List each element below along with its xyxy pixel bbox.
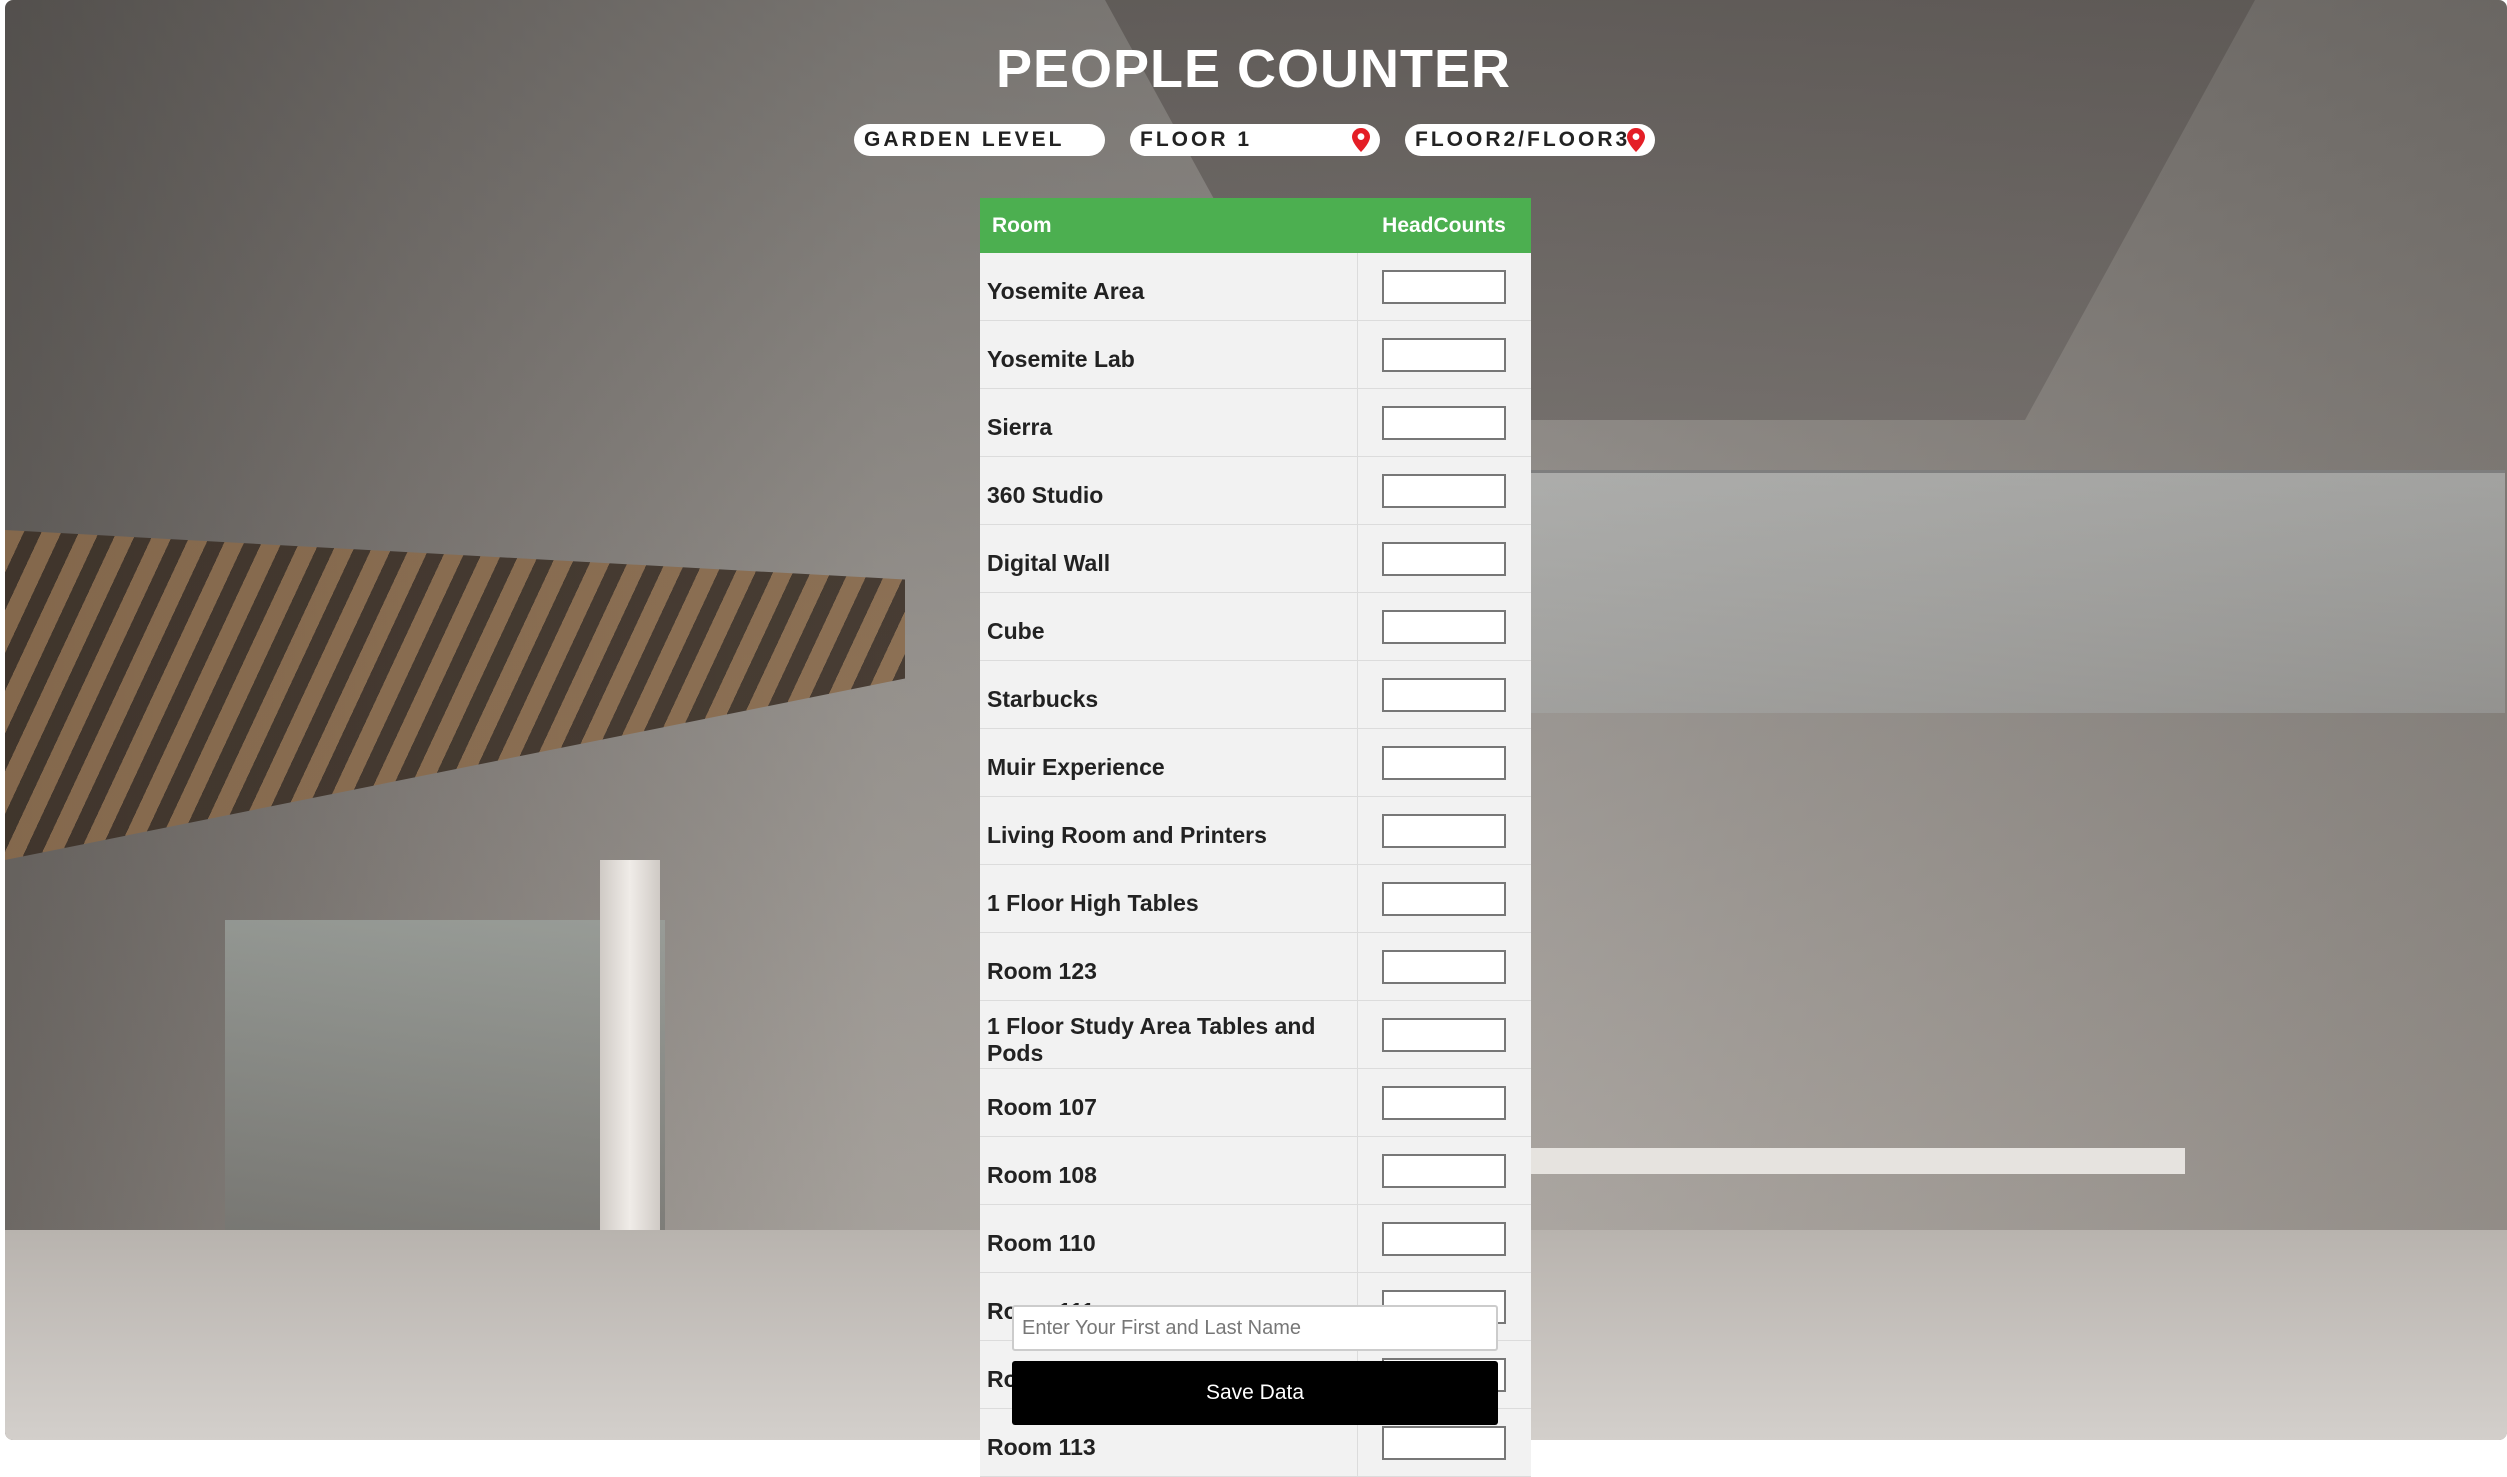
headcount-cell [1357, 524, 1531, 593]
headcount-cell [1357, 864, 1531, 933]
table-row: Living Room and Printers [980, 796, 1531, 865]
headcount-input[interactable] [1382, 1221, 1507, 1256]
table-row: 1 Floor High Tables [980, 864, 1531, 933]
headcount-cell [1357, 320, 1531, 389]
headcount-input[interactable] [1382, 337, 1507, 372]
headcount-input[interactable] [1382, 949, 1507, 984]
background-railing [1525, 470, 2505, 713]
headcount-input[interactable] [1382, 813, 1507, 848]
room-name: Room 107 [980, 1068, 1358, 1137]
headcount-input[interactable] [1382, 1017, 1507, 1052]
column-header-room: Room [980, 198, 1357, 253]
table-row: Yosemite Lab [980, 320, 1531, 389]
table-row: Room 108 [980, 1136, 1531, 1205]
headcount-input[interactable] [1382, 609, 1507, 644]
table-row: 360 Studio [980, 456, 1531, 525]
headcount-input[interactable] [1382, 473, 1507, 508]
headcount-table: Room HeadCounts Yosemite Area Yosemite La… [980, 198, 1531, 1477]
floor-button-label: GARDEN LEVEL [864, 128, 1065, 151]
floor-button-label: FLOOR 1 [1140, 128, 1253, 151]
headcount-input[interactable] [1382, 405, 1507, 440]
headcount-cell [1357, 728, 1531, 797]
headcount-cell [1357, 796, 1531, 865]
room-name: 360 Studio [980, 456, 1358, 525]
name-input[interactable] [1012, 1305, 1498, 1351]
table-row: Starbucks [980, 660, 1531, 729]
room-name: 1 Floor Study Area Tables and Pods [980, 1000, 1358, 1069]
table-row: Room 123 [980, 932, 1531, 1001]
headcount-cell [1357, 932, 1531, 1001]
headcount-cell [1357, 1204, 1531, 1273]
headcount-cell [1357, 388, 1531, 457]
headcount-input[interactable] [1382, 881, 1507, 916]
floor-button-floor-1[interactable]: FLOOR 1 [1130, 124, 1380, 156]
room-name: Yosemite Lab [980, 320, 1358, 389]
room-name: Starbucks [980, 660, 1358, 729]
headcount-cell [1357, 660, 1531, 729]
headcount-input[interactable] [1382, 745, 1507, 780]
headcount-cell [1357, 1000, 1531, 1069]
floor-button-garden-level[interactable]: GARDEN LEVEL [854, 124, 1105, 156]
room-name: Room 123 [980, 932, 1358, 1001]
page-title: PEOPLE COUNTER [995, 39, 1512, 99]
room-name: Living Room and Printers [980, 796, 1358, 865]
room-name: Yosemite Area [980, 253, 1358, 321]
table-row: Yosemite Area [980, 253, 1531, 321]
table-body: Yosemite Area Yosemite Lab Sierra 360 Studi… [980, 253, 1531, 1477]
headcount-input[interactable] [1382, 1425, 1507, 1460]
map-pin-icon [1352, 128, 1370, 152]
column-header-headcounts: HeadCounts [1357, 198, 1531, 253]
room-name: Cube [980, 592, 1358, 661]
room-name: Muir Experience [980, 728, 1358, 797]
room-name: Sierra [980, 388, 1358, 457]
headcount-cell [1357, 253, 1531, 321]
headcount-input[interactable] [1382, 269, 1507, 304]
table-row: Muir Experience [980, 728, 1531, 797]
table-row: 1 Floor Study Area Tables and Pods [980, 1000, 1531, 1069]
map-pin-icon [1627, 128, 1645, 152]
table-row: Sierra [980, 388, 1531, 457]
background-counter [1525, 1148, 2185, 1174]
headcount-input[interactable] [1382, 1085, 1507, 1120]
save-data-button[interactable]: Save Data [1012, 1361, 1498, 1425]
room-name: 1 Floor High Tables [980, 864, 1358, 933]
headcount-cell [1357, 1068, 1531, 1137]
headcount-input[interactable] [1382, 541, 1507, 576]
floor-button-label: FLOOR2/FLOOR3 [1415, 128, 1631, 151]
background-wood-slats [5, 530, 905, 860]
headcount-cell [1357, 592, 1531, 661]
headcount-input[interactable] [1382, 1153, 1507, 1188]
table-row: Digital Wall [980, 524, 1531, 593]
headcount-cell [1357, 1136, 1531, 1205]
room-name: Digital Wall [980, 524, 1358, 593]
room-name: Room 108 [980, 1136, 1358, 1205]
floor-button-floor2-floor3[interactable]: FLOOR2/FLOOR3 [1405, 124, 1655, 156]
table-row: Room 110 [980, 1204, 1531, 1273]
table-row: Room 107 [980, 1068, 1531, 1137]
room-name: Room 110 [980, 1204, 1358, 1273]
headcount-cell [1357, 456, 1531, 525]
headcount-input[interactable] [1382, 677, 1507, 712]
table-row: Cube [980, 592, 1531, 661]
